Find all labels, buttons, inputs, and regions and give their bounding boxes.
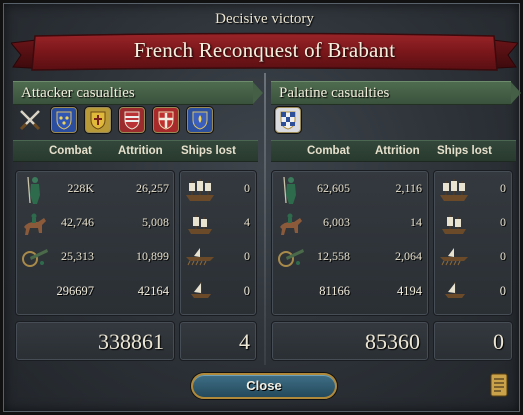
attacker-cavalry-combat: 42,746 bbox=[61, 215, 94, 229]
attrition-column-header: Attrition bbox=[375, 145, 420, 157]
blue-fleur-shield-icon[interactable] bbox=[187, 107, 213, 133]
attacker-ships-total-box: 4 bbox=[179, 321, 257, 361]
attacker-grand-total-box: 338861 bbox=[15, 321, 175, 361]
red-cross-shield-icon[interactable] bbox=[153, 107, 179, 133]
defender-transports-lost: 0 bbox=[499, 284, 506, 298]
yellow-shield-icon[interactable] bbox=[85, 107, 111, 133]
red-white-shield-icon[interactable] bbox=[119, 107, 145, 133]
light-ship-icon bbox=[442, 215, 466, 234]
defender-participants bbox=[275, 107, 301, 135]
attacker-infantry-attrition: 26,257 bbox=[136, 181, 169, 195]
attacker-ships-total: 4 bbox=[239, 329, 250, 354]
defender-heavy-ships-lost: 0 bbox=[500, 181, 506, 195]
battle-result-window: Decisive victory French Reconquest of Br… bbox=[0, 0, 523, 415]
attacker-total-combat: 296697 bbox=[56, 284, 95, 298]
close-button[interactable]: Close bbox=[191, 373, 337, 399]
defender-infantry-combat: 62,605 bbox=[317, 181, 350, 195]
galley-icon bbox=[186, 248, 214, 266]
attacker-title: Attacker casualties bbox=[21, 85, 135, 101]
light-ship-icon bbox=[188, 215, 212, 234]
france-shield-icon[interactable] bbox=[51, 107, 77, 133]
defender-column-headers: Combat Attrition Ships lost bbox=[271, 140, 516, 162]
attacker-ship-losses: 0 4 0 0 bbox=[179, 170, 257, 316]
attacker-column-headers: Combat Attrition Ships lost bbox=[13, 140, 258, 162]
defender-cavalry-attrition: 14 bbox=[410, 215, 422, 229]
ledger-icon[interactable] bbox=[489, 373, 509, 397]
transport-icon bbox=[191, 282, 211, 298]
defender-ship-losses: 0 0 0 0 bbox=[433, 170, 513, 316]
transport-icon bbox=[445, 282, 465, 298]
combat-column-header: Combat bbox=[49, 145, 92, 157]
attacker-total-attrition: 42164 bbox=[137, 284, 169, 298]
defender-light-ships-lost: 0 bbox=[500, 215, 506, 229]
attacker-infantry-combat: 228K bbox=[67, 181, 94, 195]
cavalry-icon bbox=[24, 213, 46, 235]
attacker-land-casualties: 228K 26,257 42,746 5,008 25,313 10,899 2… bbox=[15, 170, 175, 316]
cavalry-icon bbox=[280, 213, 302, 235]
title-banner: French Reconquest of Brabant bbox=[11, 31, 518, 75]
galley-icon bbox=[440, 248, 468, 266]
attrition-column-header: Attrition bbox=[118, 145, 163, 157]
attacker-participants bbox=[17, 107, 213, 135]
heavy-ship-icon bbox=[186, 179, 214, 201]
attacker-cavalry-attrition: 5,008 bbox=[142, 215, 169, 229]
defender-infantry-attrition: 2,116 bbox=[395, 181, 422, 195]
defender-ships-total-box: 0 bbox=[433, 321, 513, 361]
defender-cavalry-combat: 6,003 bbox=[323, 215, 350, 229]
defender-grand-total-box: 85360 bbox=[271, 321, 429, 361]
attacker-light-ships-lost: 4 bbox=[244, 215, 250, 229]
attacker-artillery-combat: 25,313 bbox=[61, 249, 94, 263]
attacker-transports-lost: 0 bbox=[243, 284, 250, 298]
defender-galleys-lost: 0 bbox=[500, 249, 506, 263]
palatine-checkered-shield-icon[interactable] bbox=[275, 107, 301, 133]
defender-title: Palatine casualties bbox=[279, 85, 390, 101]
battle-title: French Reconquest of Brabant bbox=[133, 38, 396, 62]
defender-header: Palatine casualties bbox=[271, 81, 521, 105]
attacker-header: Attacker casualties bbox=[13, 81, 263, 105]
combat-column-header: Combat bbox=[307, 145, 350, 157]
crossed-swords-icon bbox=[17, 107, 43, 133]
defender-artillery-attrition: 2,064 bbox=[395, 249, 422, 263]
defender-grand-total: 85360 bbox=[365, 329, 420, 354]
infantry-icon bbox=[27, 176, 40, 204]
artillery-icon bbox=[22, 249, 48, 267]
attacker-artillery-attrition: 10,899 bbox=[136, 249, 169, 263]
attacker-heavy-ships-lost: 0 bbox=[244, 181, 250, 195]
attacker-galleys-lost: 0 bbox=[244, 249, 250, 263]
defender-artillery-combat: 12,558 bbox=[317, 249, 350, 263]
heavy-ship-icon bbox=[440, 179, 468, 201]
artillery-icon bbox=[278, 249, 304, 267]
battle-outcome: Decisive victory bbox=[215, 11, 314, 27]
attacker-grand-total: 338861 bbox=[98, 329, 164, 354]
center-divider bbox=[264, 73, 266, 365]
infantry-icon bbox=[283, 176, 296, 204]
defender-land-casualties: 62,605 2,116 6,003 14 12,558 2,064 81166… bbox=[271, 170, 429, 316]
defender-total-combat: 81166 bbox=[319, 284, 350, 298]
ships-lost-column-header: Ships lost bbox=[181, 145, 236, 157]
ships-lost-column-header: Ships lost bbox=[437, 145, 492, 157]
defender-total-attrition: 4194 bbox=[397, 284, 422, 298]
defender-ships-total: 0 bbox=[493, 329, 504, 354]
